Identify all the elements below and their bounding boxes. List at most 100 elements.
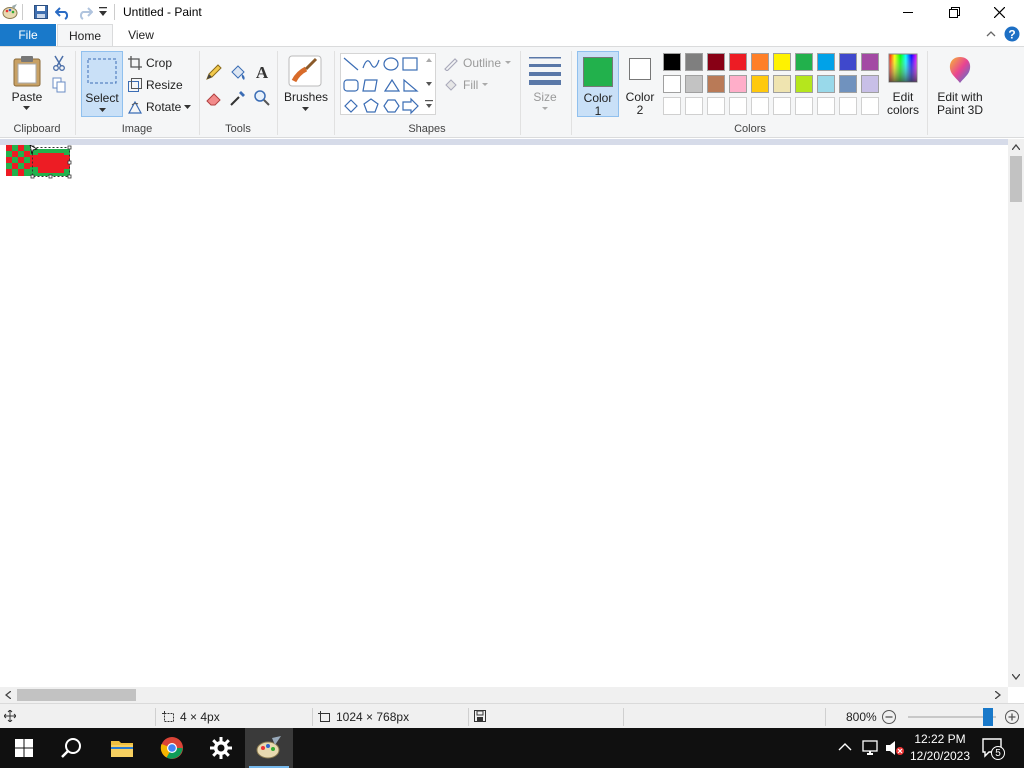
rotate-button[interactable]: Rotate [128,97,195,117]
paint-taskbar-button[interactable] [245,728,293,768]
outline-label: Outline [463,56,502,70]
shapes-gallery[interactable] [340,53,436,115]
palette-swatch[interactable] [839,53,857,71]
paint-app-icon[interactable] [2,4,18,20]
color-picker-icon[interactable] [229,89,247,107]
status-separator [825,708,826,726]
palette-swatch[interactable] [707,53,725,71]
palette-swatch-empty[interactable] [729,97,747,115]
show-hidden-icons-button[interactable] [838,741,852,755]
palette-swatch[interactable] [685,75,703,93]
color1-button[interactable]: Color 1 [577,51,619,118]
palette-swatch[interactable] [751,75,769,93]
line-size-icon [529,57,561,85]
minimize-button[interactable] [885,0,931,24]
horizontal-scrollbar[interactable] [0,687,1008,703]
fill-button[interactable]: Fill [443,75,492,95]
selection-size-icon [162,711,174,722]
select-button[interactable]: Select [81,51,123,117]
palette-swatch-empty[interactable] [707,97,725,115]
palette-swatch[interactable] [685,53,703,71]
resize-icon [128,78,142,92]
palette-swatch[interactable] [751,53,769,71]
palette-swatch[interactable] [773,75,791,93]
resize-button[interactable]: Resize [128,75,183,95]
customize-quick-access-icon[interactable] [98,6,114,22]
palette-swatch[interactable] [817,53,835,71]
close-button[interactable] [976,0,1022,24]
vertical-scroll-thumb[interactable] [1010,156,1022,202]
paste-button[interactable]: Paste [8,53,46,113]
text-tool-icon[interactable]: A [253,62,271,82]
outline-button[interactable]: Outline [443,53,515,73]
eraser-icon[interactable] [205,89,223,107]
palette-swatch-empty[interactable] [795,97,813,115]
palette-swatch[interactable] [729,75,747,93]
palette-swatch[interactable] [729,53,747,71]
palette-swatch-empty[interactable] [663,97,681,115]
scroll-down-icon[interactable] [1012,674,1020,680]
restore-button[interactable] [931,0,977,24]
drawing-area[interactable] [0,139,1008,687]
chrome-button[interactable] [148,728,196,768]
minimize-ribbon-icon[interactable] [986,28,996,42]
zoom-slider-thumb[interactable] [983,708,993,726]
magnifier-icon[interactable] [253,89,271,107]
palette-swatch[interactable] [839,75,857,93]
pencil-icon[interactable] [205,63,223,81]
select-label: Select [85,91,119,105]
start-button[interactable] [0,728,48,768]
color2-button[interactable]: Color 2 [621,53,659,117]
palette-swatch-empty[interactable] [685,97,703,115]
canvas-image[interactable] [4,144,72,179]
zoom-in-button[interactable] [1004,709,1020,725]
tab-view[interactable]: View [118,24,164,46]
palette-swatch[interactable] [773,53,791,71]
canvas-top-border [0,139,1008,145]
palette-swatch[interactable] [817,75,835,93]
palette-swatch-empty[interactable] [751,97,769,115]
undo-icon[interactable] [54,4,71,20]
palette-swatch[interactable] [861,53,879,71]
scroll-left-icon[interactable] [5,691,11,699]
edit-with-paint3d-button[interactable]: Edit with Paint 3D [930,53,990,117]
fill-bucket-icon[interactable] [229,63,247,81]
palette-swatch[interactable] [795,75,813,93]
color2-label-line2: 2 [636,103,644,117]
action-center-button[interactable]: 5 [981,737,1005,760]
clock-time: 12:22 PM [914,732,966,746]
brushes-button[interactable]: Brushes [283,53,329,115]
palette-swatch[interactable] [707,75,725,93]
horizontal-scroll-thumb[interactable] [17,689,136,701]
palette-swatch[interactable] [861,75,879,93]
palette-swatch[interactable] [663,53,681,71]
vertical-scrollbar[interactable] [1008,139,1024,687]
crop-label: Crop [146,56,173,70]
redo-icon[interactable] [77,4,94,20]
cut-icon[interactable] [52,55,66,71]
edit-colors-button[interactable]: Edit colors [884,53,922,117]
copy-icon[interactable] [52,77,66,93]
volume-muted-icon[interactable] [885,739,905,760]
help-icon[interactable]: ? [1004,26,1020,45]
scroll-right-icon[interactable] [995,691,1001,699]
palette-swatch[interactable] [663,75,681,93]
system-clock[interactable]: 12:22 PM 12/20/2023 [906,731,974,765]
search-button[interactable] [48,728,96,768]
scroll-up-icon[interactable] [1012,144,1020,150]
network-icon[interactable] [862,739,880,760]
tab-home[interactable]: Home [57,24,113,46]
zoom-out-button[interactable] [881,709,897,725]
palette-swatch-empty[interactable] [773,97,791,115]
file-explorer-button[interactable] [98,728,146,768]
palette-swatch-empty[interactable] [839,97,857,115]
tab-file[interactable]: File [0,24,56,46]
settings-button[interactable] [197,728,245,768]
palette-swatch-empty[interactable] [817,97,835,115]
palette-swatch-empty[interactable] [861,97,879,115]
save-icon[interactable] [33,4,49,20]
size-button[interactable]: Size [526,53,564,115]
crop-button[interactable]: Crop [128,53,172,73]
paste-label: Paste [11,90,43,104]
palette-swatch[interactable] [795,53,813,71]
